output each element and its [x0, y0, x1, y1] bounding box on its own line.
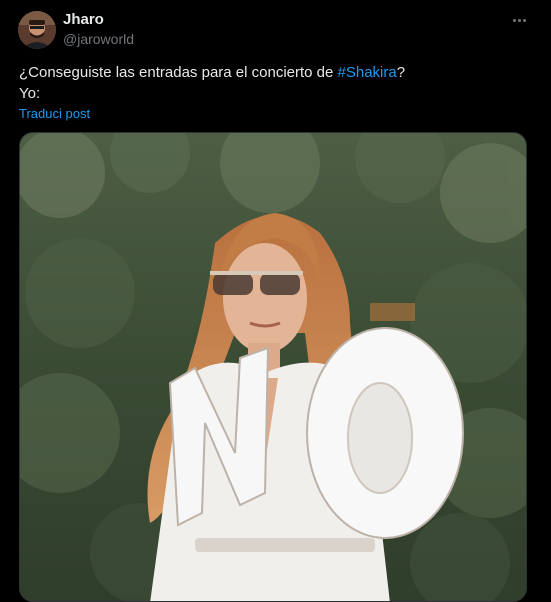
hashtag-link[interactable]: #Shakira [338, 64, 397, 81]
author-name[interactable]: Jharo [63, 11, 104, 28]
post-text-line2: Yo: [19, 85, 41, 102]
photo [20, 133, 526, 601]
author-handle[interactable]: @jaroworld [63, 31, 134, 47]
avatar-image [18, 11, 56, 49]
avatar[interactable] [18, 11, 56, 49]
more-options-button[interactable] [507, 10, 531, 30]
more-horizontal-icon [512, 18, 516, 22]
post-text-start: ¿Conseguiste las entradas para el concie… [19, 64, 338, 81]
translate-post-link[interactable]: Traduci post [19, 106, 90, 121]
post-media-image[interactable] [19, 132, 527, 602]
post-text: ¿Conseguiste las entradas para el concie… [19, 62, 519, 104]
tweet[interactable]: Jharo @jaroworld ¿Conseguiste las entrad… [0, 0, 551, 602]
post-text-end: ? [396, 64, 406, 81]
